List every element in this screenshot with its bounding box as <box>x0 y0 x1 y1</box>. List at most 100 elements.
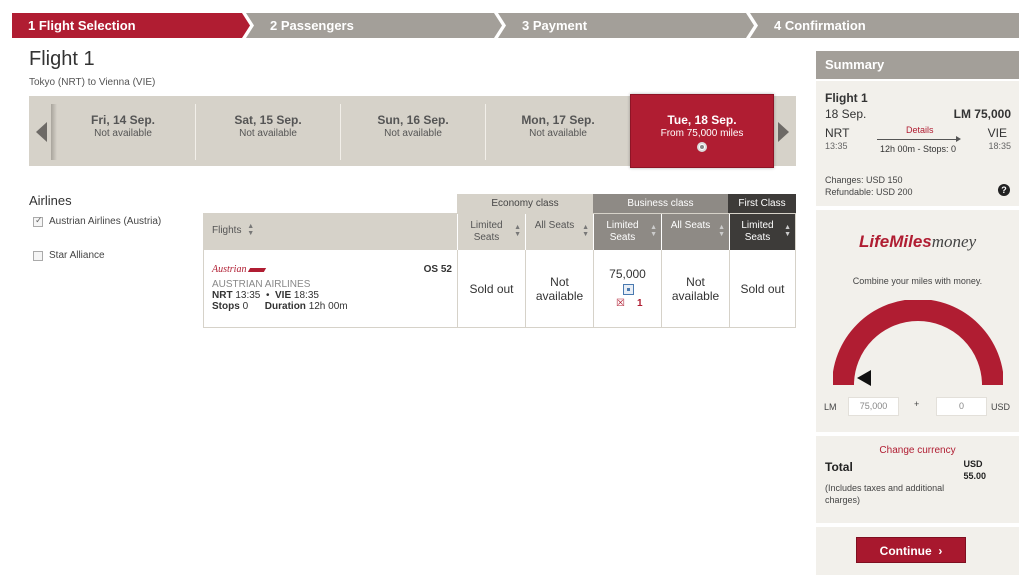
continue-panel: Continue › <box>816 527 1019 575</box>
business-class-header: Business class <box>593 194 728 213</box>
airline-name: AUSTRIAN AIRLINES <box>212 279 311 290</box>
prev-date-arrow-icon[interactable] <box>29 96 51 166</box>
date-option-mon-17[interactable]: Mon, 17 Sep. Not available <box>486 104 630 160</box>
flight-times: NRT 13:35 • VIE 18:35 <box>212 290 319 301</box>
date-availability: Not available <box>384 128 442 139</box>
flight-stats: Stops 0 Duration 12h 00m <box>212 301 348 312</box>
progress-steps: 1 Flight Selection 2 Passengers 3 Paymen… <box>12 13 1019 38</box>
total-panel: Change currency Total USD 55.00 (Include… <box>816 436 1019 523</box>
route-arrow-icon <box>877 136 961 142</box>
bus-all-cell: Not available <box>661 250 729 328</box>
checkbox-checked-icon[interactable] <box>33 215 43 227</box>
lifemiles-logo: LifeMilesmoney <box>859 232 977 251</box>
sort-icon[interactable]: ▲ ▼ <box>247 223 254 237</box>
first-limited-cell: Sold out <box>729 250 795 328</box>
sort-icon[interactable]: ▲ ▼ <box>718 224 725 238</box>
summary-date: 18 Sep. <box>825 107 867 121</box>
fare-status: Not available <box>671 275 720 303</box>
fare-price: 75,000 <box>609 267 646 281</box>
total-amount: USD 55.00 <box>963 459 986 481</box>
plus-sign: + <box>914 399 920 409</box>
summary-dest: VIE <box>987 126 1007 140</box>
chevron-right-icon: › <box>938 544 943 558</box>
total-note: (Includes taxes and additional charges) <box>825 483 945 505</box>
continue-button[interactable]: Continue › <box>856 537 966 563</box>
col-bus-all[interactable]: All Seats ▲ ▼ <box>662 214 730 250</box>
flight-info: Austrian OS 52 AUSTRIAN AIRLINES NRT 13:… <box>212 264 452 312</box>
sort-icon[interactable]: ▲ ▼ <box>650 224 657 238</box>
total-label: Total <box>825 460 853 474</box>
summary-origin-time: 13:35 <box>825 141 848 151</box>
step-payment[interactable]: 3 Payment <box>498 13 754 38</box>
filter-label: Austrian Airlines (Austria) <box>49 216 162 227</box>
summary-origin: NRT <box>825 126 850 140</box>
fare-status: Sold out <box>469 282 514 296</box>
flight-number: OS 52 <box>423 264 452 275</box>
table-row: Austrian OS 52 AUSTRIAN AIRLINES NRT 13:… <box>204 250 795 328</box>
step-confirmation[interactable]: 4 Confirmation <box>750 13 1019 38</box>
route-subtitle: Tokyo (NRT) to Vienna (VIE) <box>29 77 156 88</box>
miles-money-gauge[interactable] <box>833 300 1003 390</box>
help-icon[interactable]: ? <box>998 184 1010 196</box>
sort-icon[interactable]: ▲ ▼ <box>582 224 589 238</box>
summary-dest-time: 18:35 <box>988 141 1011 151</box>
seat-icon: ☒ <box>616 298 625 309</box>
next-date-arrow-icon[interactable] <box>774 96 796 166</box>
lifemiles-subtitle: Combine your miles with money. <box>852 276 983 286</box>
summary-price: LM 75,000 <box>953 107 1011 121</box>
fare-table: Flights ▲ ▼ Limited Seats ▲ ▼ All Seats ▲ ▼… <box>203 213 796 328</box>
austrian-logo: Austrian <box>212 264 452 275</box>
bus-limited-cell[interactable]: 75,000 ☒ 1 <box>593 250 661 328</box>
fare-select-radio-icon[interactable] <box>623 284 634 295</box>
step-passengers[interactable]: 2 Passengers <box>246 13 502 38</box>
lifemiles-money-panel: LifeMilesmoney Combine your miles with m… <box>816 210 1019 432</box>
gauge-handle-icon <box>857 370 871 386</box>
airlines-heading: Airlines <box>29 193 72 208</box>
col-flights[interactable]: Flights ▲ ▼ <box>204 214 458 250</box>
first-class-header: First Class <box>728 194 796 213</box>
eco-all-cell: Not available <box>525 250 593 328</box>
sort-icon[interactable]: ▲ ▼ <box>784 224 791 238</box>
date-option-sat-15[interactable]: Sat, 15 Sep. Not available <box>196 104 341 160</box>
usd-input[interactable]: 0 <box>936 397 987 416</box>
date-label: Sat, 15 Sep. <box>234 113 302 127</box>
summary-duration: 12h 00m - Stops: 0 <box>880 144 957 154</box>
date-label: Tue, 18 Sep. <box>667 113 737 127</box>
filter-austrian-airlines[interactable]: Austrian Airlines (Austria) <box>33 215 162 227</box>
date-option-tue-18[interactable]: Tue, 18 Sep. From 75,000 miles <box>630 94 774 168</box>
sort-icon[interactable]: ▲ ▼ <box>514 224 521 238</box>
page-title: Flight 1 <box>29 48 95 70</box>
step-flight-selection[interactable]: 1 Flight Selection <box>12 13 250 38</box>
summary-panel: Flight 1 18 Sep. LM 75,000 NRT 13:35 Det… <box>816 81 1019 206</box>
date-option-fri-14[interactable]: Fri, 14 Sep. Not available <box>51 104 196 160</box>
col-eco-limited[interactable]: Limited Seats ▲ ▼ <box>458 214 526 250</box>
date-label: Fri, 14 Sep. <box>90 113 156 127</box>
col-bus-limited[interactable]: Limited Seats ▲ ▼ <box>594 214 662 250</box>
lm-input[interactable]: 75,000 <box>848 397 899 416</box>
date-availability: Not available <box>239 128 297 139</box>
refund-fee: Refundable: USD 200 <box>825 187 913 197</box>
summary-flight-title: Flight 1 <box>825 91 868 105</box>
seats-left: 1 <box>637 298 643 309</box>
fare-status: Sold out <box>740 282 785 296</box>
col-label: Flights <box>212 225 242 236</box>
change-currency-link[interactable]: Change currency <box>816 445 1019 456</box>
col-eco-all[interactable]: All Seats ▲ ▼ <box>526 214 594 250</box>
col-first-limited[interactable]: Limited Seats ▲ ▼ <box>730 214 795 250</box>
date-availability: Not available <box>94 128 152 139</box>
eco-limited-cell: Sold out <box>457 250 525 328</box>
date-label: Sun, 16 Sep. <box>377 113 449 127</box>
date-availability: Not available <box>529 128 587 139</box>
date-label: Mon, 17 Sep. <box>521 113 595 127</box>
filter-star-alliance[interactable]: Star Alliance <box>33 250 105 261</box>
summary-header: Summary <box>816 51 1019 79</box>
changes-fee: Changes: USD 150 <box>825 175 903 185</box>
date-option-sun-16[interactable]: Sun, 16 Sep. Not available <box>341 104 486 160</box>
economy-class-header: Economy class <box>457 194 593 213</box>
fare-status: Not available <box>535 275 584 303</box>
date-availability: From 75,000 miles <box>660 128 744 139</box>
date-carousel: Fri, 14 Sep. Not available Sat, 15 Sep. … <box>29 94 796 168</box>
details-link[interactable]: Details <box>906 125 934 135</box>
checkbox-icon[interactable] <box>33 250 43 261</box>
selected-radio-icon[interactable] <box>697 142 707 152</box>
